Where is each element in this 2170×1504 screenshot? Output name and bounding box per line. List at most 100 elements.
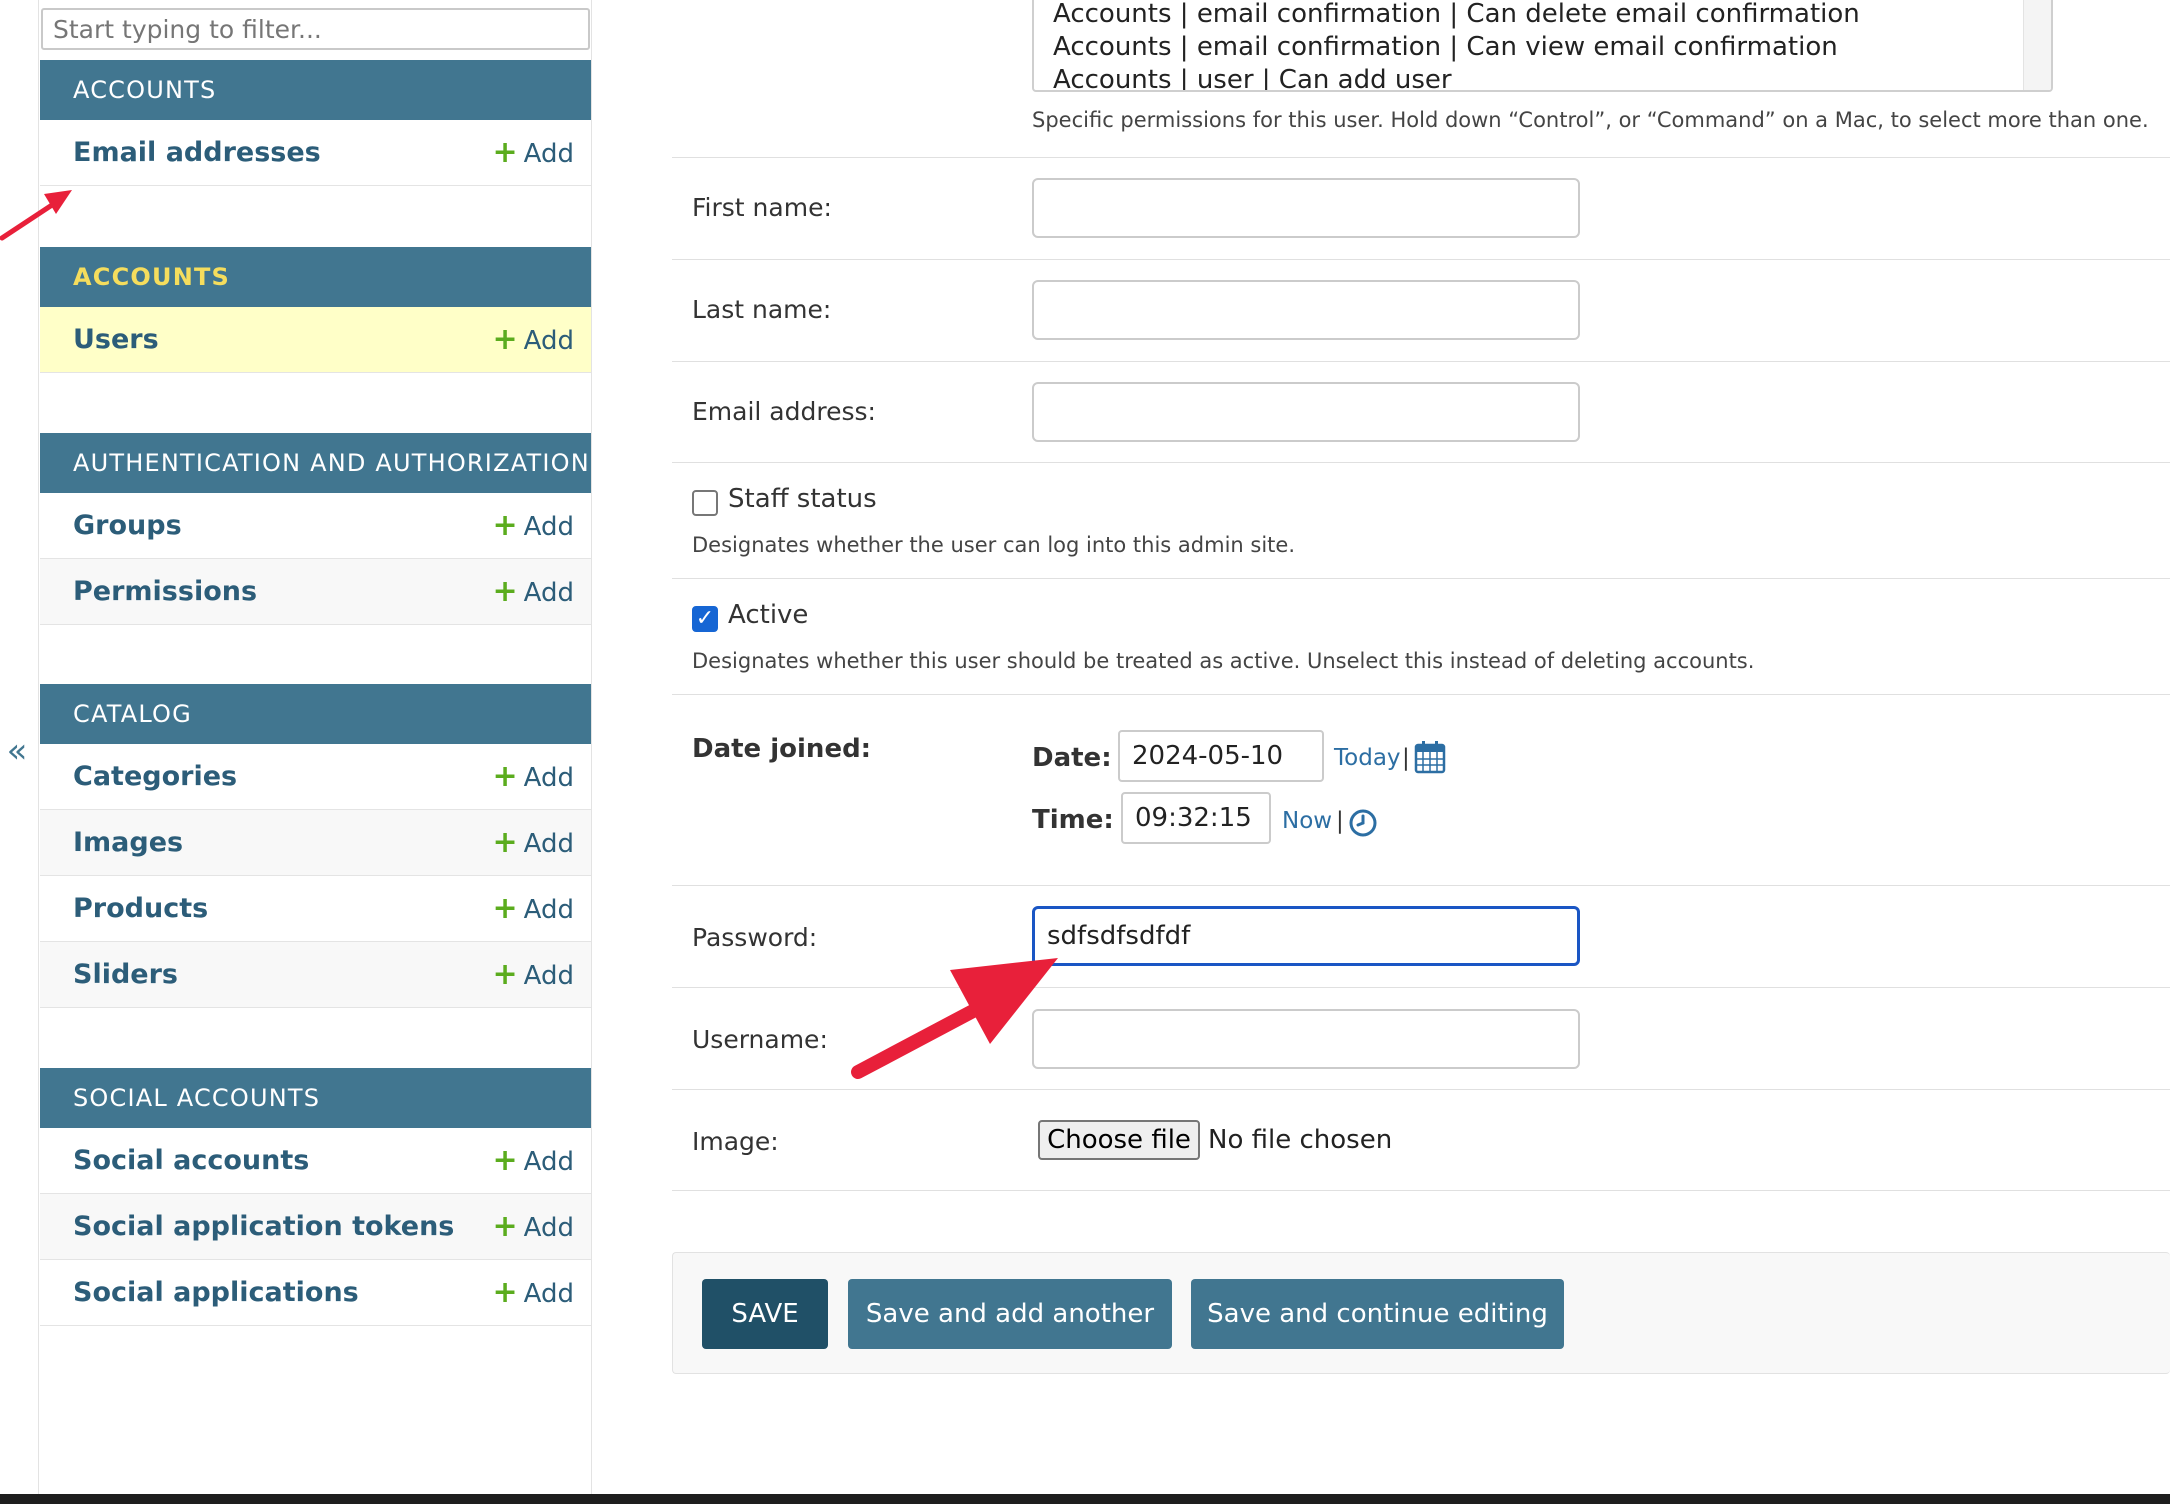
plus-icon: + xyxy=(492,825,518,860)
submit-row: SAVE Save and add another Save and conti… xyxy=(672,1252,2170,1374)
add-link[interactable]: + Add xyxy=(493,559,574,626)
time-field[interactable]: 09:32:15 xyxy=(1121,792,1271,844)
collapse-sidebar-button[interactable]: « xyxy=(0,725,34,777)
divider xyxy=(672,157,2170,158)
sidebar-item-sliders[interactable]: Sliders + Add xyxy=(40,942,591,1008)
model-link[interactable]: Groups xyxy=(73,493,182,559)
save-and-add-another-button[interactable]: Save and add another xyxy=(848,1279,1172,1349)
add-link[interactable]: + Add xyxy=(493,942,574,1009)
module-caption[interactable]: ACCOUNTS xyxy=(40,247,591,307)
model-link[interactable]: Sliders xyxy=(73,942,178,1008)
first-name-label: First name: xyxy=(692,193,832,222)
add-label: Add xyxy=(523,763,574,793)
model-link[interactable]: Products xyxy=(73,876,208,942)
plus-icon: + xyxy=(492,1143,518,1178)
divider xyxy=(672,987,2170,988)
sidebar-item-social-applications[interactable]: Social applications + Add xyxy=(40,1260,591,1326)
time-label: Time: xyxy=(1032,805,1114,835)
app-module-accounts-current: ACCOUNTS Users + Add xyxy=(40,247,591,373)
sidebar-item-products[interactable]: Products + Add xyxy=(40,876,591,942)
add-link[interactable]: + Add xyxy=(493,307,574,374)
date-label: Date: xyxy=(1032,743,1112,773)
model-link[interactable]: Social accounts xyxy=(73,1128,309,1194)
model-link[interactable]: Social application tokens xyxy=(73,1194,454,1260)
divider xyxy=(672,259,2170,260)
date-field[interactable]: 2024-05-10 xyxy=(1118,730,1324,782)
module-caption[interactable]: SOCIAL ACCOUNTS xyxy=(40,1068,591,1128)
divider xyxy=(672,885,2170,886)
sidebar-filter-input[interactable] xyxy=(41,8,590,50)
add-label: Add xyxy=(523,829,574,859)
model-link[interactable]: Email addresses xyxy=(73,120,321,186)
add-label: Add xyxy=(523,512,574,542)
staff-status-checkbox[interactable] xyxy=(692,490,718,516)
sidebar-item-groups[interactable]: Groups + Add xyxy=(40,493,591,559)
model-link[interactable]: Users xyxy=(73,307,159,373)
permission-option[interactable]: Accounts | email confirmation | Can view… xyxy=(1034,31,2051,64)
model-link[interactable]: Images xyxy=(73,810,183,876)
staff-status-help-text: Designates whether the user can log into… xyxy=(692,533,1296,557)
sidebar-item-users[interactable]: Users + Add xyxy=(40,307,591,373)
module-caption[interactable]: CATALOG xyxy=(40,684,591,744)
add-link[interactable]: + Add xyxy=(493,1128,574,1195)
permission-option[interactable]: Accounts | user | Can add user xyxy=(1034,64,2051,90)
email-field[interactable] xyxy=(1032,382,1580,442)
module-caption[interactable]: ACCOUNTS xyxy=(40,60,591,120)
plus-icon: + xyxy=(492,759,518,794)
add-link[interactable]: + Add xyxy=(493,120,574,187)
app-module-auth: AUTHENTICATION AND AUTHORIZATION Groups … xyxy=(40,433,591,625)
add-label: Add xyxy=(523,895,574,925)
app-module-social-accounts: SOCIAL ACCOUNTS Social accounts + Add Soc… xyxy=(40,1068,591,1326)
model-link[interactable]: Categories xyxy=(73,744,237,810)
sidebar-item-email-addresses[interactable]: Email addresses + Add xyxy=(40,120,591,186)
add-label: Add xyxy=(523,961,574,991)
add-label: Add xyxy=(523,1213,574,1243)
add-link[interactable]: + Add xyxy=(493,810,574,877)
password-field[interactable] xyxy=(1032,906,1580,966)
add-link[interactable]: + Add xyxy=(493,493,574,560)
last-name-label: Last name: xyxy=(692,295,832,324)
divider xyxy=(672,578,2170,579)
sidebar-item-categories[interactable]: Categories + Add xyxy=(40,744,591,810)
username-field[interactable] xyxy=(1032,1009,1580,1069)
save-button[interactable]: SAVE xyxy=(702,1279,828,1349)
sidebar: ACCOUNTS Email addresses +Add ACCOUNTS U… xyxy=(38,0,592,1495)
permissions-select[interactable]: Accounts | email confirmation | Can dele… xyxy=(1032,0,2053,92)
bottom-bar xyxy=(0,1494,2170,1504)
permissions-scrollbar[interactable] xyxy=(2023,0,2051,90)
image-label: Image: xyxy=(692,1127,779,1156)
model-link[interactable]: Permissions xyxy=(73,559,257,625)
password-label: Password: xyxy=(692,923,818,952)
clock-icon[interactable] xyxy=(1348,808,1378,838)
plus-icon: + xyxy=(492,1275,518,1310)
active-label: Active xyxy=(728,600,809,630)
add-link[interactable]: + Add xyxy=(493,1194,574,1261)
today-link[interactable]: Today xyxy=(1334,745,1401,771)
sidebar-item-social-application-tokens[interactable]: Social application tokens + Add xyxy=(40,1194,591,1260)
sidebar-item-permissions[interactable]: Permissions + Add xyxy=(40,559,591,625)
separator: | xyxy=(1336,808,1344,834)
now-link[interactable]: Now xyxy=(1282,808,1332,834)
sidebar-item-social-accounts[interactable]: Social accounts + Add xyxy=(40,1128,591,1194)
module-caption[interactable]: AUTHENTICATION AND AUTHORIZATION xyxy=(40,433,591,493)
app-module-accounts: ACCOUNTS Email addresses + Add xyxy=(40,60,591,186)
add-link[interactable]: + Add xyxy=(493,876,574,943)
model-link[interactable]: Social applications xyxy=(73,1260,359,1326)
permission-option[interactable]: Accounts | email confirmation | Can dele… xyxy=(1034,0,2051,31)
username-label: Username: xyxy=(692,1025,828,1054)
add-link[interactable]: + Add xyxy=(493,1260,574,1327)
choose-file-button[interactable]: Choose file xyxy=(1038,1120,1200,1160)
plus-icon: + xyxy=(492,322,518,357)
sidebar-item-images[interactable]: Images + Add xyxy=(40,810,591,876)
separator: | xyxy=(1402,745,1410,771)
active-checkbox[interactable]: ✓ xyxy=(692,606,718,632)
calendar-icon[interactable] xyxy=(1414,740,1446,774)
first-name-field[interactable] xyxy=(1032,178,1580,238)
plus-icon: + xyxy=(492,957,518,992)
last-name-field[interactable] xyxy=(1032,280,1580,340)
add-link[interactable]: + Add xyxy=(493,744,574,811)
file-status-text: No file chosen xyxy=(1208,1125,1393,1155)
add-label: Add xyxy=(523,326,574,356)
save-and-continue-button[interactable]: Save and continue editing xyxy=(1191,1279,1564,1349)
plus-icon: + xyxy=(492,135,518,170)
